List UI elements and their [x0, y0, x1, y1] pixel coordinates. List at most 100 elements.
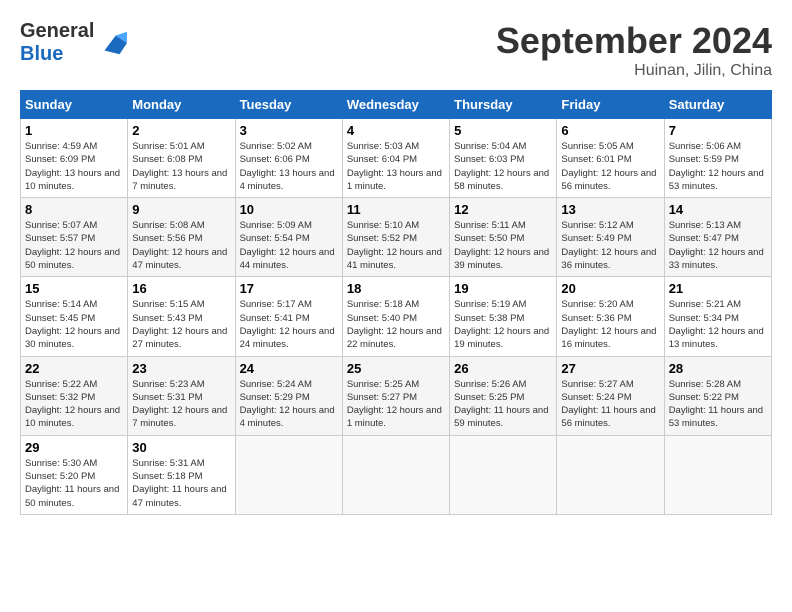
day-cell-29: 29 Sunrise: 5:30 AM Sunset: 5:20 PM Dayl… [21, 435, 128, 514]
day-number-13: 13 [561, 202, 659, 217]
calendar-row-5: 29 Sunrise: 5:30 AM Sunset: 5:20 PM Dayl… [21, 435, 772, 514]
day-info-19: Sunrise: 5:19 AM Sunset: 5:38 PM Dayligh… [454, 298, 552, 351]
day-info-4: Sunrise: 5:03 AM Sunset: 6:04 PM Dayligh… [347, 140, 445, 193]
day-cell-24: 24 Sunrise: 5:24 AM Sunset: 5:29 PM Dayl… [235, 356, 342, 435]
day-number-16: 16 [132, 281, 230, 296]
header-tuesday: Tuesday [235, 91, 342, 119]
day-number-23: 23 [132, 361, 230, 376]
day-info-12: Sunrise: 5:11 AM Sunset: 5:50 PM Dayligh… [454, 219, 552, 272]
calendar-row-4: 22 Sunrise: 5:22 AM Sunset: 5:32 PM Dayl… [21, 356, 772, 435]
day-cell-8: 8 Sunrise: 5:07 AM Sunset: 5:57 PM Dayli… [21, 198, 128, 277]
day-cell-28: 28 Sunrise: 5:28 AM Sunset: 5:22 PM Dayl… [664, 356, 771, 435]
calendar-row-1: 1 Sunrise: 4:59 AM Sunset: 6:09 PM Dayli… [21, 119, 772, 198]
day-number-6: 6 [561, 123, 659, 138]
day-cell-1: 1 Sunrise: 4:59 AM Sunset: 6:09 PM Dayli… [21, 119, 128, 198]
day-cell-17: 17 Sunrise: 5:17 AM Sunset: 5:41 PM Dayl… [235, 277, 342, 356]
day-info-18: Sunrise: 5:18 AM Sunset: 5:40 PM Dayligh… [347, 298, 445, 351]
day-number-30: 30 [132, 440, 230, 455]
day-info-10: Sunrise: 5:09 AM Sunset: 5:54 PM Dayligh… [240, 219, 338, 272]
header-sunday: Sunday [21, 91, 128, 119]
day-cell-5: 5 Sunrise: 5:04 AM Sunset: 6:03 PM Dayli… [450, 119, 557, 198]
header-monday: Monday [128, 91, 235, 119]
day-cell-27: 27 Sunrise: 5:27 AM Sunset: 5:24 PM Dayl… [557, 356, 664, 435]
day-cell-9: 9 Sunrise: 5:08 AM Sunset: 5:56 PM Dayli… [128, 198, 235, 277]
calendar-row-3: 15 Sunrise: 5:14 AM Sunset: 5:45 PM Dayl… [21, 277, 772, 356]
day-info-20: Sunrise: 5:20 AM Sunset: 5:36 PM Dayligh… [561, 298, 659, 351]
day-number-25: 25 [347, 361, 445, 376]
weekday-header-row: Sunday Monday Tuesday Wednesday Thursday… [21, 91, 772, 119]
day-number-21: 21 [669, 281, 767, 296]
header-wednesday: Wednesday [342, 91, 449, 119]
day-info-9: Sunrise: 5:08 AM Sunset: 5:56 PM Dayligh… [132, 219, 230, 272]
title-area: September 2024 Huinan, Jilin, China [496, 20, 772, 80]
day-number-11: 11 [347, 202, 445, 217]
day-cell-25: 25 Sunrise: 5:25 AM Sunset: 5:27 PM Dayl… [342, 356, 449, 435]
day-cell-26: 26 Sunrise: 5:26 AM Sunset: 5:25 PM Dayl… [450, 356, 557, 435]
day-info-3: Sunrise: 5:02 AM Sunset: 6:06 PM Dayligh… [240, 140, 338, 193]
day-cell-16: 16 Sunrise: 5:15 AM Sunset: 5:43 PM Dayl… [128, 277, 235, 356]
logo-icon [97, 28, 127, 58]
day-number-9: 9 [132, 202, 230, 217]
day-number-20: 20 [561, 281, 659, 296]
logo-blue-text: Blue [20, 43, 63, 65]
empty-cell [235, 435, 342, 514]
empty-cell [342, 435, 449, 514]
day-cell-2: 2 Sunrise: 5:01 AM Sunset: 6:08 PM Dayli… [128, 119, 235, 198]
day-info-11: Sunrise: 5:10 AM Sunset: 5:52 PM Dayligh… [347, 219, 445, 272]
header-saturday: Saturday [664, 91, 771, 119]
month-title: September 2024 [496, 20, 772, 62]
header-friday: Friday [557, 91, 664, 119]
day-number-15: 15 [25, 281, 123, 296]
day-cell-22: 22 Sunrise: 5:22 AM Sunset: 5:32 PM Dayl… [21, 356, 128, 435]
day-number-17: 17 [240, 281, 338, 296]
day-cell-20: 20 Sunrise: 5:20 AM Sunset: 5:36 PM Dayl… [557, 277, 664, 356]
location-title: Huinan, Jilin, China [496, 62, 772, 80]
day-number-28: 28 [669, 361, 767, 376]
day-cell-15: 15 Sunrise: 5:14 AM Sunset: 5:45 PM Dayl… [21, 277, 128, 356]
day-info-14: Sunrise: 5:13 AM Sunset: 5:47 PM Dayligh… [669, 219, 767, 272]
day-cell-12: 12 Sunrise: 5:11 AM Sunset: 5:50 PM Dayl… [450, 198, 557, 277]
day-info-29: Sunrise: 5:30 AM Sunset: 5:20 PM Dayligh… [25, 457, 123, 510]
day-cell-4: 4 Sunrise: 5:03 AM Sunset: 6:04 PM Dayli… [342, 119, 449, 198]
day-info-7: Sunrise: 5:06 AM Sunset: 5:59 PM Dayligh… [669, 140, 767, 193]
day-number-29: 29 [25, 440, 123, 455]
day-info-26: Sunrise: 5:26 AM Sunset: 5:25 PM Dayligh… [454, 378, 552, 431]
day-number-26: 26 [454, 361, 552, 376]
day-number-7: 7 [669, 123, 767, 138]
day-cell-19: 19 Sunrise: 5:19 AM Sunset: 5:38 PM Dayl… [450, 277, 557, 356]
day-info-24: Sunrise: 5:24 AM Sunset: 5:29 PM Dayligh… [240, 378, 338, 431]
day-number-4: 4 [347, 123, 445, 138]
day-info-25: Sunrise: 5:25 AM Sunset: 5:27 PM Dayligh… [347, 378, 445, 431]
day-info-13: Sunrise: 5:12 AM Sunset: 5:49 PM Dayligh… [561, 219, 659, 272]
day-info-15: Sunrise: 5:14 AM Sunset: 5:45 PM Dayligh… [25, 298, 123, 351]
day-info-16: Sunrise: 5:15 AM Sunset: 5:43 PM Dayligh… [132, 298, 230, 351]
day-info-8: Sunrise: 5:07 AM Sunset: 5:57 PM Dayligh… [25, 219, 123, 272]
logo: General Blue [20, 20, 127, 66]
day-cell-7: 7 Sunrise: 5:06 AM Sunset: 5:59 PM Dayli… [664, 119, 771, 198]
day-cell-18: 18 Sunrise: 5:18 AM Sunset: 5:40 PM Dayl… [342, 277, 449, 356]
day-number-22: 22 [25, 361, 123, 376]
day-info-5: Sunrise: 5:04 AM Sunset: 6:03 PM Dayligh… [454, 140, 552, 193]
day-number-14: 14 [669, 202, 767, 217]
day-number-12: 12 [454, 202, 552, 217]
logo-general-text: General [20, 20, 94, 42]
day-number-2: 2 [132, 123, 230, 138]
day-info-30: Sunrise: 5:31 AM Sunset: 5:18 PM Dayligh… [132, 457, 230, 510]
day-cell-3: 3 Sunrise: 5:02 AM Sunset: 6:06 PM Dayli… [235, 119, 342, 198]
day-info-6: Sunrise: 5:05 AM Sunset: 6:01 PM Dayligh… [561, 140, 659, 193]
day-number-19: 19 [454, 281, 552, 296]
day-number-24: 24 [240, 361, 338, 376]
day-cell-14: 14 Sunrise: 5:13 AM Sunset: 5:47 PM Dayl… [664, 198, 771, 277]
header-thursday: Thursday [450, 91, 557, 119]
day-cell-11: 11 Sunrise: 5:10 AM Sunset: 5:52 PM Dayl… [342, 198, 449, 277]
day-number-18: 18 [347, 281, 445, 296]
day-cell-6: 6 Sunrise: 5:05 AM Sunset: 6:01 PM Dayli… [557, 119, 664, 198]
day-cell-21: 21 Sunrise: 5:21 AM Sunset: 5:34 PM Dayl… [664, 277, 771, 356]
day-number-10: 10 [240, 202, 338, 217]
day-number-8: 8 [25, 202, 123, 217]
day-info-22: Sunrise: 5:22 AM Sunset: 5:32 PM Dayligh… [25, 378, 123, 431]
header: General Blue September 2024 Huinan, Jili… [20, 20, 772, 80]
day-number-3: 3 [240, 123, 338, 138]
day-info-1: Sunrise: 4:59 AM Sunset: 6:09 PM Dayligh… [25, 140, 123, 193]
day-info-23: Sunrise: 5:23 AM Sunset: 5:31 PM Dayligh… [132, 378, 230, 431]
